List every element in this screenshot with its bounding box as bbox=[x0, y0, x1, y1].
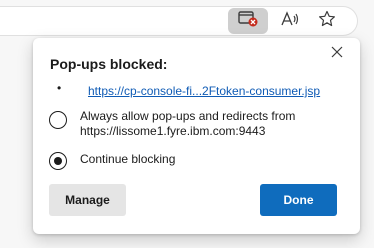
browser-toolbar bbox=[0, 0, 374, 40]
list-bullet: • bbox=[57, 81, 62, 95]
close-button[interactable] bbox=[327, 44, 347, 64]
radio-selected-dot bbox=[53, 156, 62, 165]
favorite-button[interactable] bbox=[308, 8, 346, 34]
favorite-star-icon bbox=[318, 10, 336, 33]
continue-blocking-radio[interactable] bbox=[49, 152, 67, 170]
always-allow-site-label[interactable]: https://lissome1.fyre.ibm.com:9443 bbox=[80, 124, 265, 139]
always-allow-label[interactable]: Always allow pop-ups and redirects from bbox=[80, 109, 295, 124]
panel-title: Pop-ups blocked: bbox=[50, 56, 168, 72]
popup-blocked-icon bbox=[237, 10, 259, 33]
close-icon bbox=[331, 45, 343, 63]
popup-blocked-button[interactable] bbox=[228, 8, 268, 34]
popup-blocked-panel: Pop-ups blocked: • https://cp-console-fi… bbox=[33, 38, 360, 234]
always-allow-radio[interactable] bbox=[49, 111, 67, 129]
continue-blocking-label[interactable]: Continue blocking bbox=[80, 152, 175, 167]
done-button[interactable]: Done bbox=[260, 184, 337, 216]
manage-button[interactable]: Manage bbox=[49, 184, 126, 216]
read-aloud-button[interactable] bbox=[271, 8, 309, 34]
read-aloud-icon bbox=[280, 10, 300, 33]
blocked-popup-link[interactable]: https://cp-console-fi...2Ftoken-consumer… bbox=[88, 84, 320, 98]
